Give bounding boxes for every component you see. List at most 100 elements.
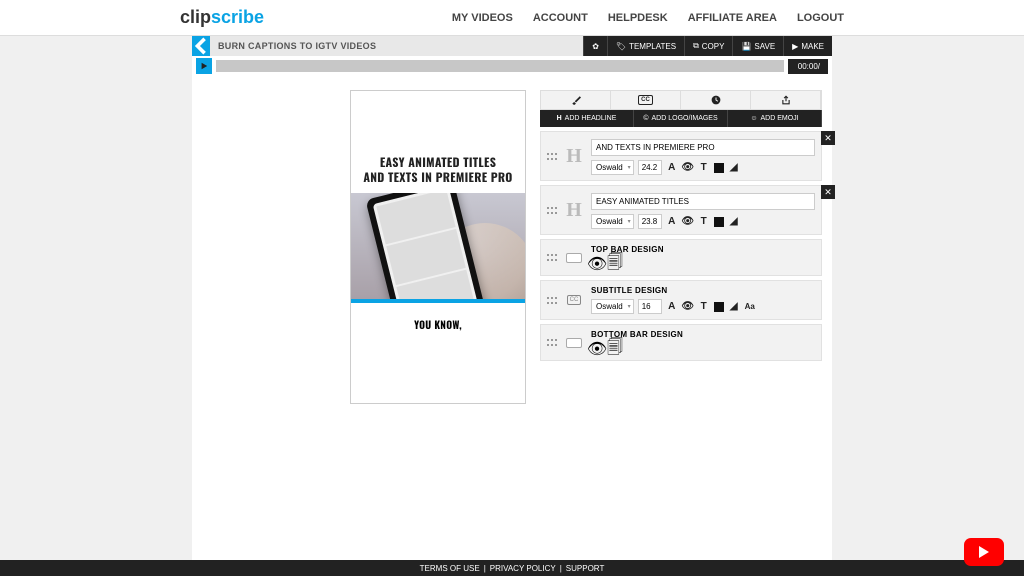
title-bar: BURN CAPTIONS TO IGTV VIDEOS ✿ 🏷 TEMPLAT…: [192, 36, 832, 56]
font-style-button[interactable]: A: [666, 216, 678, 228]
drag-handle[interactable]: [547, 245, 557, 270]
nav-my-videos[interactable]: MY VIDEOS: [452, 12, 513, 24]
shadow-button[interactable]: ◢: [728, 301, 740, 313]
settings-button[interactable]: ✿: [583, 36, 607, 56]
tab-timing[interactable]: [681, 91, 751, 109]
headline-1-close-button[interactable]: ✕: [821, 131, 835, 145]
font-style-button[interactable]: A: [666, 301, 678, 313]
editor-tabstrip: CC: [540, 90, 822, 110]
subtitle-font-select[interactable]: Oswald: [591, 299, 634, 314]
headline-2-size-input[interactable]: 23.8: [638, 214, 662, 229]
logo-part1: clip: [180, 7, 211, 27]
footer-support[interactable]: SUPPORT: [566, 564, 605, 573]
color-swatch[interactable]: [714, 302, 724, 312]
make-label: MAKE: [801, 42, 824, 51]
eye-toggle[interactable]: 👁: [682, 216, 694, 228]
play-icon: ▶: [792, 42, 798, 51]
drag-handle[interactable]: [547, 137, 557, 175]
project-title: BURN CAPTIONS TO IGTV VIDEOS: [210, 41, 583, 51]
nav-helpdesk[interactable]: HELPDESK: [608, 12, 668, 24]
bottom-bar-label: BOTTOM BAR DESIGN: [591, 330, 815, 339]
preview-top-bar: EASY ANIMATED TITLES AND TEXTS IN PREMIE…: [351, 91, 525, 193]
preview-subtitle: YOU KNOW,: [414, 317, 462, 332]
headline-2-font-select[interactable]: Oswald: [591, 214, 634, 229]
color-swatch[interactable]: [714, 217, 724, 227]
heading-icon: H: [557, 115, 562, 122]
color-swatch[interactable]: [714, 163, 724, 173]
text-transform-button[interactable]: Aa: [744, 301, 756, 313]
shadow-button[interactable]: ◢: [728, 216, 740, 228]
play-bar: 00:00/: [192, 56, 832, 76]
back-button[interactable]: [192, 36, 210, 56]
font-style-button[interactable]: A: [666, 162, 678, 174]
text-tool-button[interactable]: T: [698, 301, 710, 313]
top-bar-panel: TOP BAR DESIGN 👁 🗐: [540, 239, 822, 276]
copy-button[interactable]: ⧉ COPY: [684, 36, 732, 56]
tag-icon: 🏷: [616, 42, 626, 51]
save-icon: 💾: [741, 42, 751, 51]
nav-logout[interactable]: LOGOUT: [797, 12, 844, 24]
chevron-left-icon: [192, 37, 210, 55]
footer-privacy[interactable]: PRIVACY POLICY: [490, 564, 556, 573]
headline-1-text-input[interactable]: [591, 139, 815, 156]
drag-handle[interactable]: [547, 330, 557, 355]
bottom-bar-color-swatch[interactable]: [566, 338, 582, 348]
headline-2-close-button[interactable]: ✕: [821, 185, 835, 199]
tab-export[interactable]: [751, 91, 821, 109]
headline-panel-2: ✕ H Oswald 23.8 A 👁 T ◢: [540, 185, 822, 235]
emoji-icon: ☺: [750, 115, 757, 122]
eye-toggle[interactable]: 👁: [591, 343, 603, 355]
copy-style-button[interactable]: 🗐: [609, 258, 621, 270]
brush-icon: [571, 95, 581, 105]
subtitle-size-input[interactable]: 16: [638, 299, 662, 314]
cc-icon: CC: [638, 95, 653, 105]
preview-headline-2: AND TEXTS IN PREMIERE PRO: [363, 170, 512, 185]
gear-icon: ✿: [592, 42, 599, 51]
play-button[interactable]: [196, 58, 212, 74]
headline-2-text-input[interactable]: [591, 193, 815, 210]
headline-1-font-select[interactable]: Oswald: [591, 160, 634, 175]
add-emoji-button[interactable]: ☺ADD EMOJI: [728, 110, 822, 127]
headline-1-size-input[interactable]: 24.2: [638, 160, 662, 175]
drag-handle[interactable]: [547, 286, 557, 314]
preview-bottom-bar: YOU KNOW,: [351, 303, 525, 403]
eye-toggle[interactable]: 👁: [682, 162, 694, 174]
tab-captions[interactable]: CC: [611, 91, 681, 109]
clock-icon: [711, 95, 721, 105]
logo: clipscribe: [180, 7, 264, 28]
preview-headline-1: EASY ANIMATED TITLES: [380, 155, 496, 170]
preview-video-frame: [351, 193, 525, 299]
eye-toggle[interactable]: 👁: [682, 301, 694, 313]
text-tool-button[interactable]: T: [698, 216, 710, 228]
timeline-scrubber[interactable]: [216, 60, 784, 72]
youtube-badge[interactable]: [964, 538, 1004, 566]
make-button[interactable]: ▶ MAKE: [783, 36, 832, 56]
video-preview: EASY ANIMATED TITLES AND TEXTS IN PREMIE…: [350, 90, 526, 404]
save-button[interactable]: 💾 SAVE: [732, 36, 783, 56]
drag-handle[interactable]: [547, 191, 557, 229]
headline-panel-1: ✕ H Oswald 24.2 A 👁 T ◢: [540, 131, 822, 181]
footer-terms[interactable]: TERMS OF USE: [420, 564, 480, 573]
templates-button[interactable]: 🏷 TEMPLATES: [607, 36, 684, 56]
subtitle-label: SUBTITLE DESIGN: [591, 286, 815, 295]
shadow-button[interactable]: ◢: [728, 162, 740, 174]
eye-toggle[interactable]: 👁: [591, 258, 603, 270]
top-bar-color-swatch[interactable]: [566, 253, 582, 263]
title-actions: ✿ 🏷 TEMPLATES ⧉ COPY 💾 SAVE ▶ MAKE: [583, 36, 832, 56]
bottom-bar-panel: BOTTOM BAR DESIGN 👁 🗐: [540, 324, 822, 361]
add-bar: HADD HEADLINE ©ADD LOGO/IMAGES ☺ADD EMOJ…: [540, 110, 822, 127]
add-logo-button[interactable]: ©ADD LOGO/IMAGES: [634, 110, 728, 127]
frame-phone-illustration: [365, 193, 486, 299]
save-label: SAVE: [754, 42, 775, 51]
add-headline-button[interactable]: HADD HEADLINE: [540, 110, 634, 127]
share-icon: [781, 95, 791, 105]
nav-affiliate[interactable]: AFFILIATE AREA: [688, 12, 777, 24]
copy-style-button[interactable]: 🗐: [609, 343, 621, 355]
nav-account[interactable]: ACCOUNT: [533, 12, 588, 24]
templates-label: TEMPLATES: [629, 42, 676, 51]
text-tool-button[interactable]: T: [698, 162, 710, 174]
tab-brush[interactable]: [541, 91, 611, 109]
copy-label: COPY: [702, 42, 725, 51]
preview-container: EASY ANIMATED TITLES AND TEXTS IN PREMIE…: [202, 90, 526, 404]
copyright-icon: ©: [643, 115, 648, 122]
